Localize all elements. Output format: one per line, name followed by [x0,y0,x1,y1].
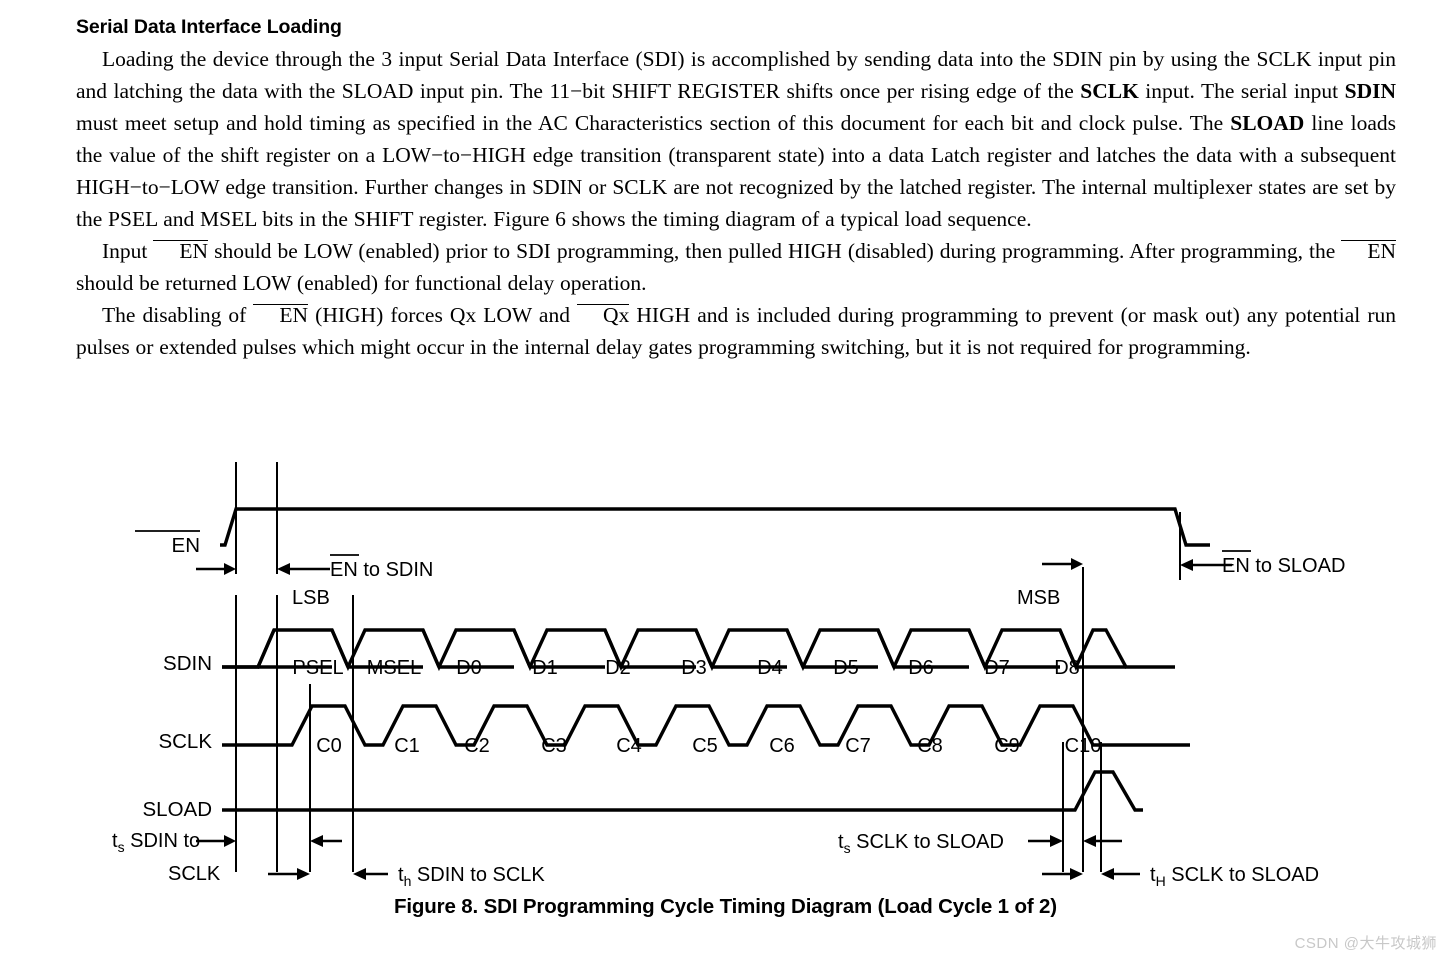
signal-label-sload: SLOAD [143,798,213,821]
waveform-en [220,507,1210,547]
marker-msb-group: MSB [1017,558,1083,609]
sdin-cell-d7: D7 [984,657,1010,679]
sclk-pulse-labels: C0 C1 C2 C3 C4 C5 C6 C7 C8 C9 C10 [316,735,1101,757]
paragraph-2: Input EN should be LOW (enabled) prior t… [76,239,1396,295]
sclk-label-c8: C8 [917,735,943,757]
annotation-en-to-sload-text: EN to SLOAD [1222,555,1345,577]
timing-diagram-figure: EN SDIN SCLK SLOAD PSEL MSEL D0 D1 D2 D3… [0,452,1451,922]
page-root: Serial Data Interface Loading Loading th… [0,0,1451,965]
sdin-cell-psel: PSEL [292,657,343,679]
sdin-cell-d2: D2 [605,657,631,679]
arrowhead-en-to-sdin [277,563,290,575]
arrowhead-en-to-sload [1180,559,1193,571]
sdin-cell-d3: D3 [681,657,707,679]
arrowhead-th-b [353,868,366,880]
ts-sdin-to-sclk-line2: SCLK [168,863,221,885]
sdin-cell-d0: D0 [456,657,482,679]
watermark: CSDN @大牛攻城狮 [1294,935,1437,952]
sclk-label-c7: C7 [845,735,871,757]
annotation-en-to-sload: EN to SLOAD [1180,550,1345,577]
timing-diagram-svg: EN SDIN SCLK SLOAD PSEL MSEL D0 D1 D2 D3… [112,462,1345,889]
sdin-cell-d5: D5 [833,657,859,679]
sclk-label-c2: C2 [464,735,490,757]
article-text: Serial Data Interface Loading Loading th… [76,16,1396,363]
annotation-ts-sclk-to-sload: ts SCLK to SLOAD [838,831,1122,856]
sclk-label-c5: C5 [692,735,718,757]
sclk-label-c4: C4 [616,735,642,757]
marker-msb: MSB [1017,587,1060,609]
marker-lsb: LSB [292,587,330,609]
sclk-label-c1: C1 [394,735,420,757]
arrowhead-ts-b [310,835,323,847]
sdin-cell-d4: D4 [757,657,783,679]
annotation-en-to-sdin: EN to SDIN [196,554,433,581]
signal-label-en: EN [135,530,200,557]
paragraph-3: The disabling of EN (HIGH) forces Qx LOW… [76,303,1396,359]
signal-label-sdin: SDIN [163,652,212,675]
th-sdin-to-sclk-text: th SDIN to SCLK [398,864,545,889]
arrowhead-th-a [297,868,310,880]
sdin-cell-msel: MSEL [367,657,421,679]
arrowhead-msb [1071,558,1083,570]
sdin-cell-d6: D6 [908,657,934,679]
sclk-label-c0: C0 [316,735,342,757]
page-title: Serial Data Interface Loading [76,16,342,38]
arrowhead-tHsl-b [1101,868,1114,880]
signal-labels: EN SDIN SCLK SLOAD [135,530,213,821]
paragraph-1: Loading the device through the 3 input S… [76,47,1396,231]
sclk-label-c3: C3 [541,735,567,757]
annotation-en-to-sdin-text: EN to SDIN [330,559,433,581]
arrowhead-tssl-a [1050,835,1063,847]
sclk-label-c9: C9 [994,735,1020,757]
arrowhead-tssl-b [1083,835,1096,847]
sdin-cell-d8: D8 [1054,657,1080,679]
arrowhead-ts-a [224,835,236,847]
figure-caption: Figure 8. SDI Programming Cycle Timing D… [394,895,1057,918]
tH-sclk-to-sload-text: tH SCLK to SLOAD [1150,864,1319,889]
signal-label-en-text: EN [172,534,200,557]
ts-sdin-to-sclk-line1: ts SDIN to [112,830,200,855]
sclk-label-c6: C6 [769,735,795,757]
signal-label-sclk: SCLK [158,730,212,753]
arrowhead-en-rise [224,563,236,575]
arrowhead-tHsl-a [1070,868,1083,880]
waveform-sload [222,770,1143,812]
annotation-ts-sdin-to-sclk: ts SDIN to SCLK [112,830,342,885]
sclk-label-c10: C10 [1065,735,1102,757]
sdin-cell-d1: D1 [532,657,558,679]
ts-sclk-to-sload-text: ts SCLK to SLOAD [838,831,1004,856]
